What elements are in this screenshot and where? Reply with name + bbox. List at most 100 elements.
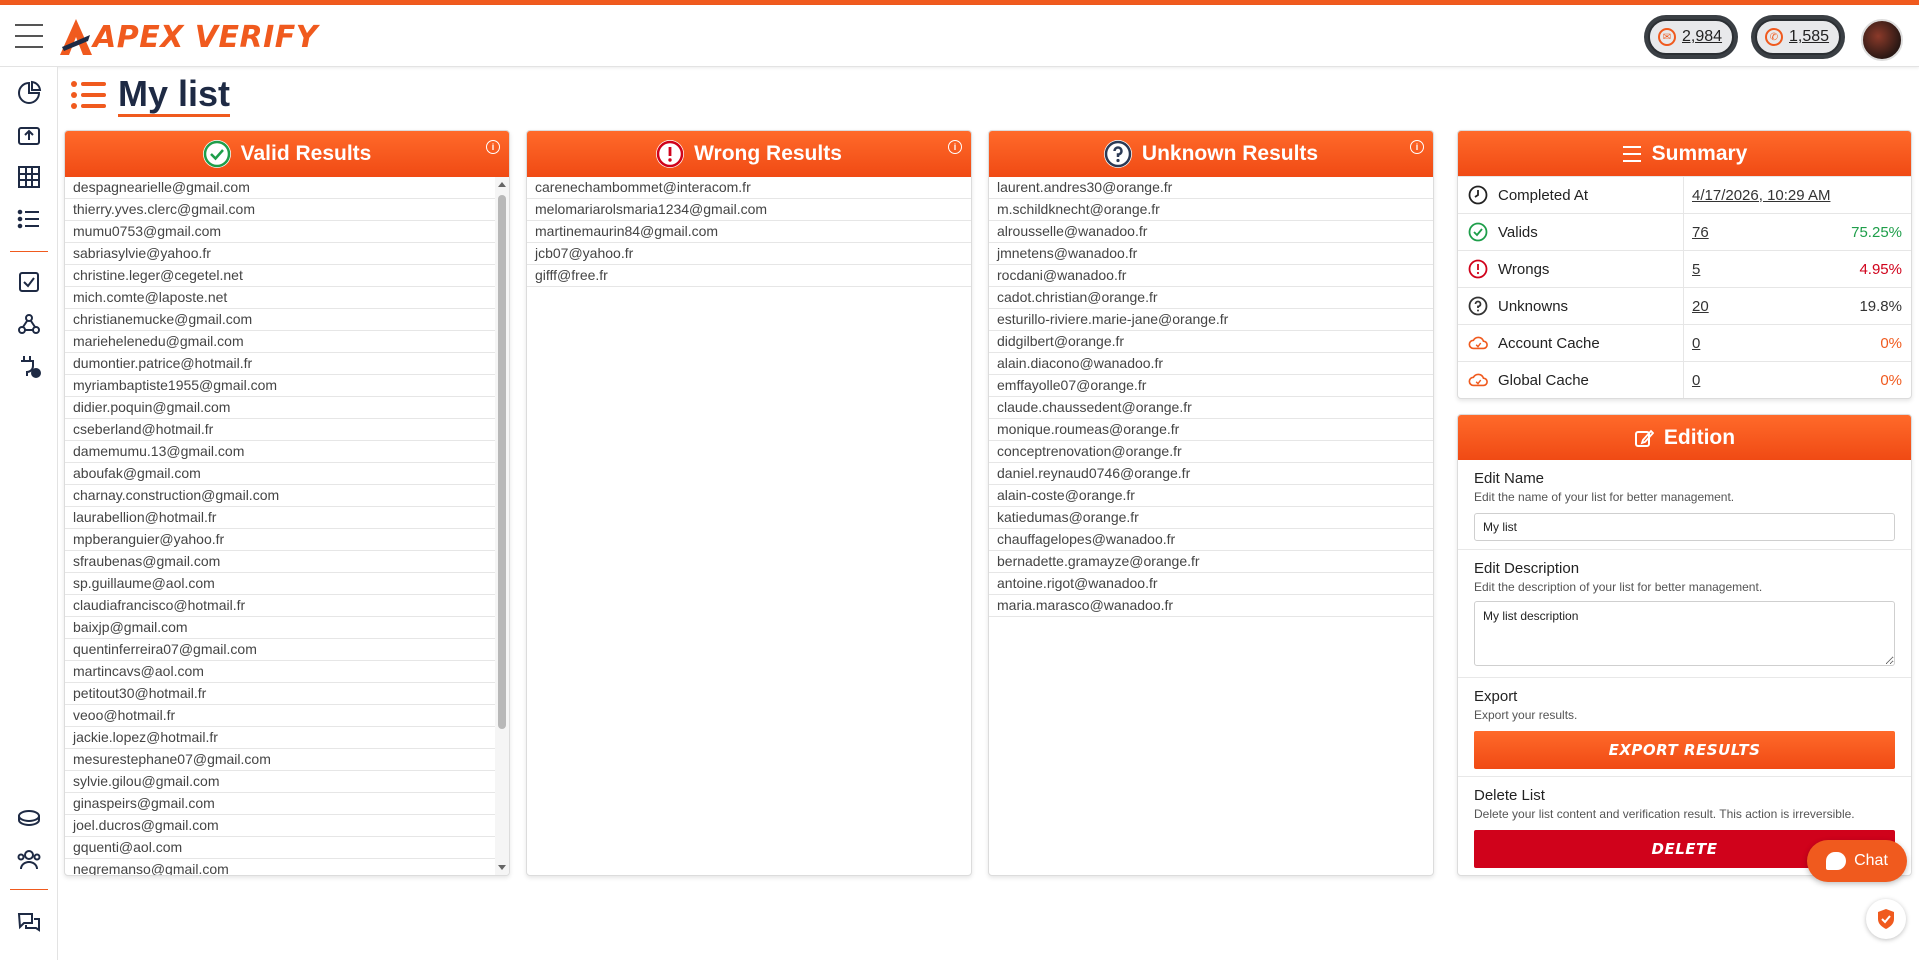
email-row: mariehelenedu@gmail.com [65, 331, 495, 353]
upload-icon[interactable] [13, 119, 45, 151]
valid-list-scrollbar[interactable] [495, 177, 509, 875]
valid-results-header: Valid Results i [65, 131, 509, 177]
summary-panel: Summary Completed At 4/17/2026, 10:29 AM V… [1457, 130, 1912, 399]
support-chat-icon[interactable] [13, 907, 45, 939]
edition-header: Edition [1458, 415, 1911, 460]
summary-value-cell: 5 4.95% [1684, 261, 1911, 278]
scroll-down-arrow-icon[interactable] [498, 865, 506, 870]
email-row: conceptrenovation@orange.fr [989, 441, 1433, 463]
list-description-textarea[interactable]: My list description [1474, 601, 1895, 666]
chat-button[interactable]: Chat [1807, 840, 1907, 882]
summary-label-cell: Valids [1458, 214, 1684, 250]
export-label: Export [1474, 688, 1518, 705]
email-row: sylvie.gilou@gmail.com [65, 771, 495, 793]
delete-list-label: Delete List [1474, 787, 1545, 804]
team-users-icon[interactable] [13, 844, 45, 876]
wrong-results-panel: Wrong Results i carenechambommet@interac… [526, 130, 972, 876]
edit-icon [1634, 429, 1654, 447]
summary-label: Completed At [1498, 186, 1589, 204]
email-row: alain-coste@orange.fr [989, 485, 1433, 507]
summary-value[interactable]: 0 [1692, 335, 1700, 352]
hamburger-menu-icon[interactable] [15, 24, 43, 50]
summary-label-cell: Account Cache [1458, 325, 1684, 361]
coins-icon[interactable] [13, 802, 45, 834]
email-row: chauffagelopes@wanadoo.fr [989, 529, 1433, 551]
phone-credits-value: 1,585 [1789, 28, 1830, 45]
email-row: laurabellion@hotmail.fr [65, 507, 495, 529]
unknown-question-icon [1103, 140, 1132, 168]
logo-mark-icon [60, 19, 92, 55]
shield-check-icon[interactable] [1866, 899, 1906, 939]
page-title-text: My list [118, 73, 231, 117]
email-row: mumu0753@gmail.com [65, 221, 495, 243]
summary-label-cell: Global Cache [1458, 362, 1684, 398]
email-row: quentinferreira07@gmail.com [65, 639, 495, 661]
sidebar-divider [10, 251, 48, 252]
email-row: jmnetens@wanadoo.fr [989, 243, 1433, 265]
email-row: despagnearielle@gmail.com [65, 177, 495, 199]
alert-circle-icon [1468, 259, 1488, 279]
email-row: claudiafrancisco@hotmail.fr [65, 595, 495, 617]
valid-check-icon [202, 140, 231, 168]
top-header: APEX VERIFY ✉ 2,984 ✆ 1,585 [0, 5, 1919, 67]
email-row: sabriasylvie@yahoo.fr [65, 243, 495, 265]
email-row: rocdani@wanadoo.fr [989, 265, 1433, 287]
webhook-icon[interactable] [13, 308, 45, 340]
chat-label: Chat [1854, 852, 1888, 869]
email-row: esturillo-riviere.marie-jane@orange.fr [989, 309, 1433, 331]
list-icon[interactable] [13, 203, 45, 235]
email-credits-value: 2,984 [1682, 28, 1723, 45]
summary-value[interactable]: 5 [1692, 261, 1700, 278]
summary-value[interactable]: 4/17/2026, 10:29 AM [1692, 187, 1830, 204]
phone-credits-badge[interactable]: ✆ 1,585 [1751, 15, 1846, 59]
checkbox-icon[interactable] [13, 266, 45, 298]
summary-value[interactable]: 20 [1692, 298, 1709, 315]
email-row: christianemucke@gmail.com [65, 309, 495, 331]
email-row: negremanso@gmail.com [65, 859, 495, 875]
app-logo[interactable]: APEX VERIFY [59, 15, 318, 59]
email-credit-icon: ✉ [1658, 28, 1676, 46]
dashboard-icon[interactable] [13, 77, 45, 109]
integration-plug-icon[interactable] [13, 350, 45, 382]
delete-list-help: Delete your list content and verificatio… [1474, 807, 1855, 821]
unknown-results-panel: Unknown Results i laurent.andres30@orang… [988, 130, 1434, 876]
email-row: petitout30@hotmail.fr [65, 683, 495, 705]
valid-results-title: Valid Results [240, 142, 372, 165]
list-name-input[interactable] [1474, 513, 1895, 541]
summary-value-cell: 20 19.8% [1684, 298, 1911, 315]
scroll-thumb[interactable] [498, 195, 506, 729]
edition-title: Edition [1663, 425, 1736, 449]
summary-label-cell: Completed At [1458, 177, 1684, 213]
wrong-results-header: Wrong Results i [527, 131, 971, 177]
summary-label: Account Cache [1498, 334, 1600, 352]
valid-email-list[interactable]: despagnearielle@gmail.com thierry.yves.cl… [65, 177, 495, 875]
summary-value[interactable]: 0 [1692, 372, 1700, 389]
summary-percent: 75.25% [1851, 223, 1902, 241]
email-row: alrousselle@wanadoo.fr [989, 221, 1433, 243]
email-row: baixjp@gmail.com [65, 617, 495, 639]
cloud-icon [1468, 333, 1488, 353]
wrong-alert-icon [656, 140, 685, 168]
summary-value[interactable]: 76 [1692, 224, 1709, 241]
unknown-email-list[interactable]: laurent.andres30@orange.fr m.schildknecht… [989, 177, 1433, 875]
summary-label: Unknowns [1498, 297, 1569, 315]
email-row: monique.roumeas@orange.fr [989, 419, 1433, 441]
wrong-email-list[interactable]: carenechambommet@interacom.fr melomariaro… [527, 177, 971, 875]
scroll-up-arrow-icon[interactable] [498, 182, 506, 187]
clock-icon [1468, 185, 1488, 205]
summary-row: Valids 76 75.25% [1458, 213, 1911, 250]
email-row: charnay.construction@gmail.com [65, 485, 495, 507]
info-icon[interactable]: i [486, 140, 500, 154]
info-icon[interactable]: i [948, 140, 962, 154]
export-results-button[interactable]: EXPORT RESULTS [1474, 731, 1895, 769]
grid-icon[interactable] [13, 161, 45, 193]
info-icon[interactable]: i [1410, 140, 1424, 154]
edit-description-section: Edit Description Edit the description of… [1458, 550, 1911, 678]
user-avatar[interactable] [1861, 19, 1903, 61]
summary-value-cell: 0 0% [1684, 335, 1911, 352]
edit-name-help: Edit the name of your list for better ma… [1474, 490, 1735, 504]
cloud-icon [1468, 370, 1488, 390]
edit-name-section: Edit Name Edit the name of your list for… [1458, 460, 1911, 550]
menu-lines-icon [1622, 145, 1641, 162]
email-credits-badge[interactable]: ✉ 2,984 [1644, 15, 1739, 59]
